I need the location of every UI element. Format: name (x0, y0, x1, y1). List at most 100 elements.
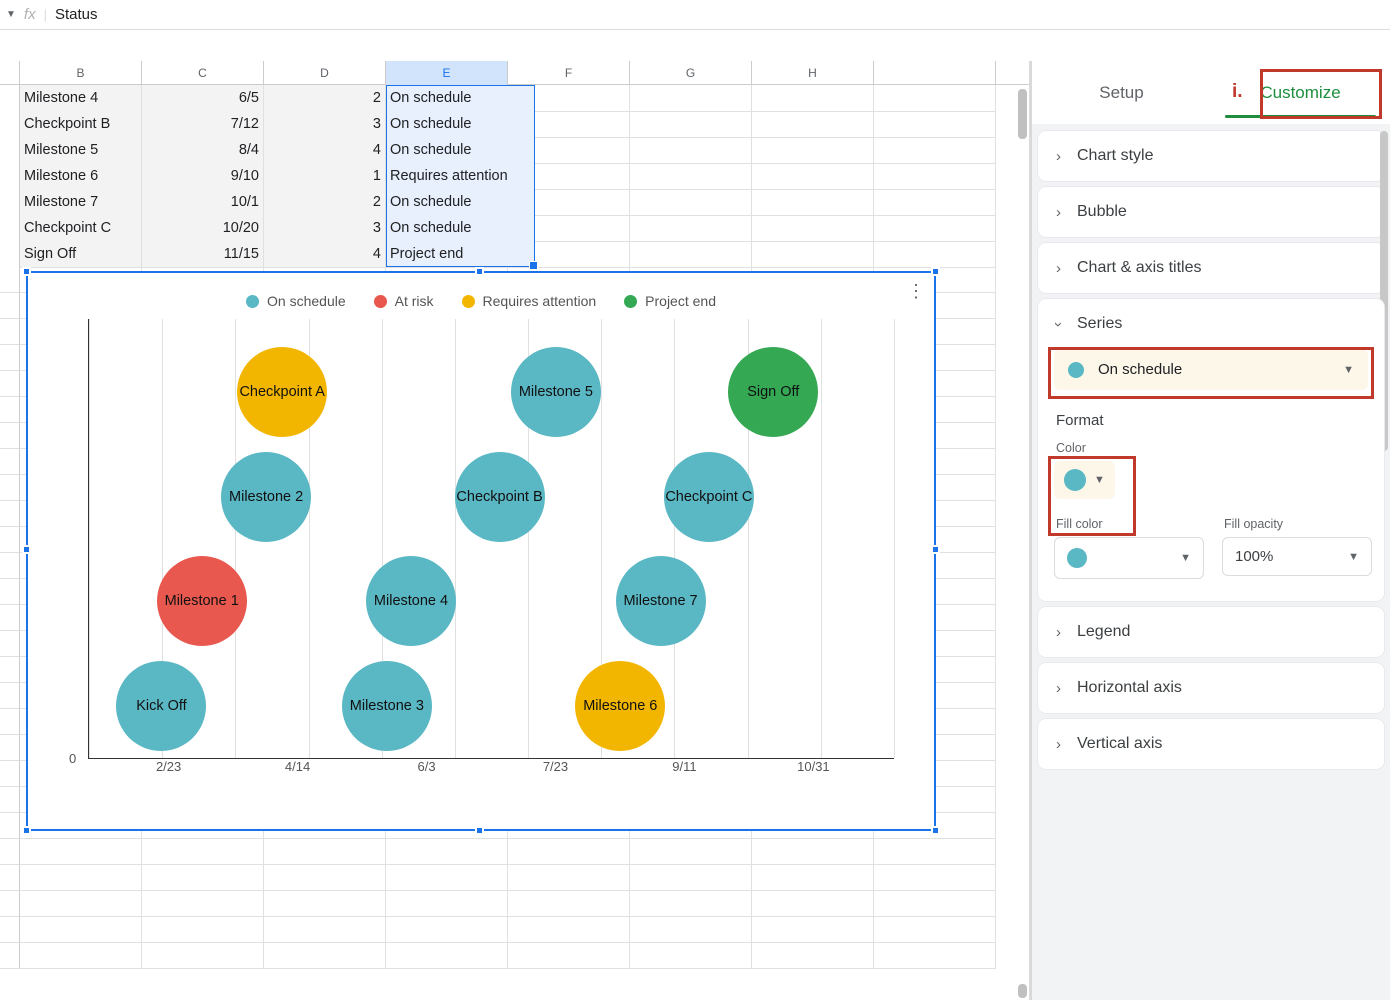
section-bubble[interactable]: ›Bubble (1038, 187, 1384, 237)
cell[interactable]: Milestone 7 (20, 189, 142, 216)
cell[interactable] (264, 891, 386, 917)
cell[interactable]: 10/1 (142, 189, 264, 216)
section-chart-axis-titles[interactable]: ›Chart & axis titles (1038, 243, 1384, 293)
cell[interactable] (20, 943, 142, 969)
cell[interactable] (508, 891, 630, 917)
cell[interactable] (874, 85, 996, 112)
chart-bubble[interactable]: Milestone 6 (575, 661, 665, 751)
chart-bubble[interactable]: Milestone 7 (616, 556, 706, 646)
cell[interactable] (874, 839, 996, 865)
cell[interactable] (142, 943, 264, 969)
resize-handle[interactable] (22, 267, 31, 276)
chart-bubble[interactable]: Milestone 3 (342, 661, 432, 751)
cell[interactable] (874, 189, 996, 216)
chart-bubble[interactable]: Milestone 2 (221, 452, 311, 542)
cell[interactable] (630, 891, 752, 917)
cell[interactable] (508, 137, 630, 164)
fill-color-dropdown[interactable]: ▼ (1054, 537, 1204, 579)
cell[interactable]: Checkpoint C (20, 215, 142, 242)
cell[interactable] (142, 839, 264, 865)
cell[interactable] (508, 241, 630, 268)
cell[interactable] (264, 943, 386, 969)
cell[interactable] (630, 943, 752, 969)
cell[interactable]: 7/12 (142, 111, 264, 138)
cell[interactable]: 2 (264, 189, 386, 216)
cell[interactable] (20, 839, 142, 865)
legend-item[interactable]: Project end (624, 293, 716, 309)
cell[interactable] (752, 163, 874, 190)
cell[interactable] (630, 241, 752, 268)
chart-object[interactable]: ⋮ On scheduleAt riskRequires attentionPr… (26, 271, 936, 831)
column-header[interactable] (874, 61, 996, 85)
name-box-dropdown-icon[interactable]: ▼ (6, 9, 16, 20)
chart-bubble[interactable]: Checkpoint A (237, 347, 327, 437)
cell[interactable] (630, 839, 752, 865)
legend-item[interactable]: On schedule (246, 293, 346, 309)
cell[interactable]: 10/20 (142, 215, 264, 242)
cell[interactable] (264, 865, 386, 891)
cell[interactable] (874, 215, 996, 242)
fill-opacity-dropdown[interactable]: 100% ▼ (1222, 537, 1372, 576)
cell[interactable] (874, 917, 996, 943)
cell[interactable] (508, 839, 630, 865)
cell[interactable] (752, 891, 874, 917)
cell[interactable] (752, 137, 874, 164)
column-header[interactable]: B (20, 61, 142, 85)
resize-handle[interactable] (22, 545, 31, 554)
cell[interactable] (630, 163, 752, 190)
cell[interactable] (752, 917, 874, 943)
cell[interactable] (386, 943, 508, 969)
cell[interactable]: Milestone 4 (20, 85, 142, 112)
cell[interactable] (508, 163, 630, 190)
resize-handle[interactable] (22, 826, 31, 835)
cell[interactable] (264, 839, 386, 865)
cell[interactable] (630, 865, 752, 891)
cell[interactable]: 3 (264, 215, 386, 242)
chart-bubble[interactable]: Milestone 1 (157, 556, 247, 646)
resize-handle[interactable] (931, 545, 940, 554)
cell[interactable] (874, 943, 996, 969)
cell[interactable] (386, 891, 508, 917)
cell[interactable]: Milestone 5 (20, 137, 142, 164)
cell[interactable] (508, 865, 630, 891)
resize-handle[interactable] (475, 826, 484, 835)
cell[interactable] (20, 891, 142, 917)
cell[interactable] (752, 215, 874, 242)
cell[interactable]: 3 (264, 111, 386, 138)
chart-bubble[interactable]: Kick Off (116, 661, 206, 751)
tab-setup[interactable]: Setup (1032, 61, 1211, 124)
chart-bubble[interactable]: Checkpoint B (455, 452, 545, 542)
cell[interactable] (874, 111, 996, 138)
cell[interactable] (874, 137, 996, 164)
cell[interactable] (630, 111, 752, 138)
resize-handle[interactable] (931, 826, 940, 835)
chart-bubble[interactable]: Checkpoint C (664, 452, 754, 542)
scrollbar-thumb[interactable] (1018, 984, 1027, 998)
column-header[interactable]: F (508, 61, 630, 85)
chart-bubble[interactable]: Milestone 5 (511, 347, 601, 437)
cell[interactable] (752, 189, 874, 216)
cell[interactable] (142, 917, 264, 943)
resize-handle[interactable] (475, 267, 484, 276)
cell[interactable]: Checkpoint B (20, 111, 142, 138)
cell[interactable] (20, 865, 142, 891)
section-chart-style[interactable]: ›Chart style (1038, 131, 1384, 181)
cell[interactable] (630, 189, 752, 216)
column-header[interactable]: C (142, 61, 264, 85)
column-header[interactable]: H (752, 61, 874, 85)
cell[interactable] (874, 891, 996, 917)
cell[interactable] (874, 163, 996, 190)
cell[interactable]: 8/4 (142, 137, 264, 164)
cell[interactable] (752, 865, 874, 891)
cell[interactable] (142, 865, 264, 891)
cell[interactable]: 9/10 (142, 163, 264, 190)
column-header[interactable] (0, 61, 20, 85)
section-vertical-axis[interactable]: ›Vertical axis (1038, 719, 1384, 769)
cell[interactable]: 2 (264, 85, 386, 112)
cell[interactable]: 11/15 (142, 241, 264, 268)
section-horizontal-axis[interactable]: ›Horizontal axis (1038, 663, 1384, 713)
cell[interactable] (20, 917, 142, 943)
cell[interactable] (752, 85, 874, 112)
cell[interactable] (752, 943, 874, 969)
column-header[interactable]: E (386, 61, 508, 85)
